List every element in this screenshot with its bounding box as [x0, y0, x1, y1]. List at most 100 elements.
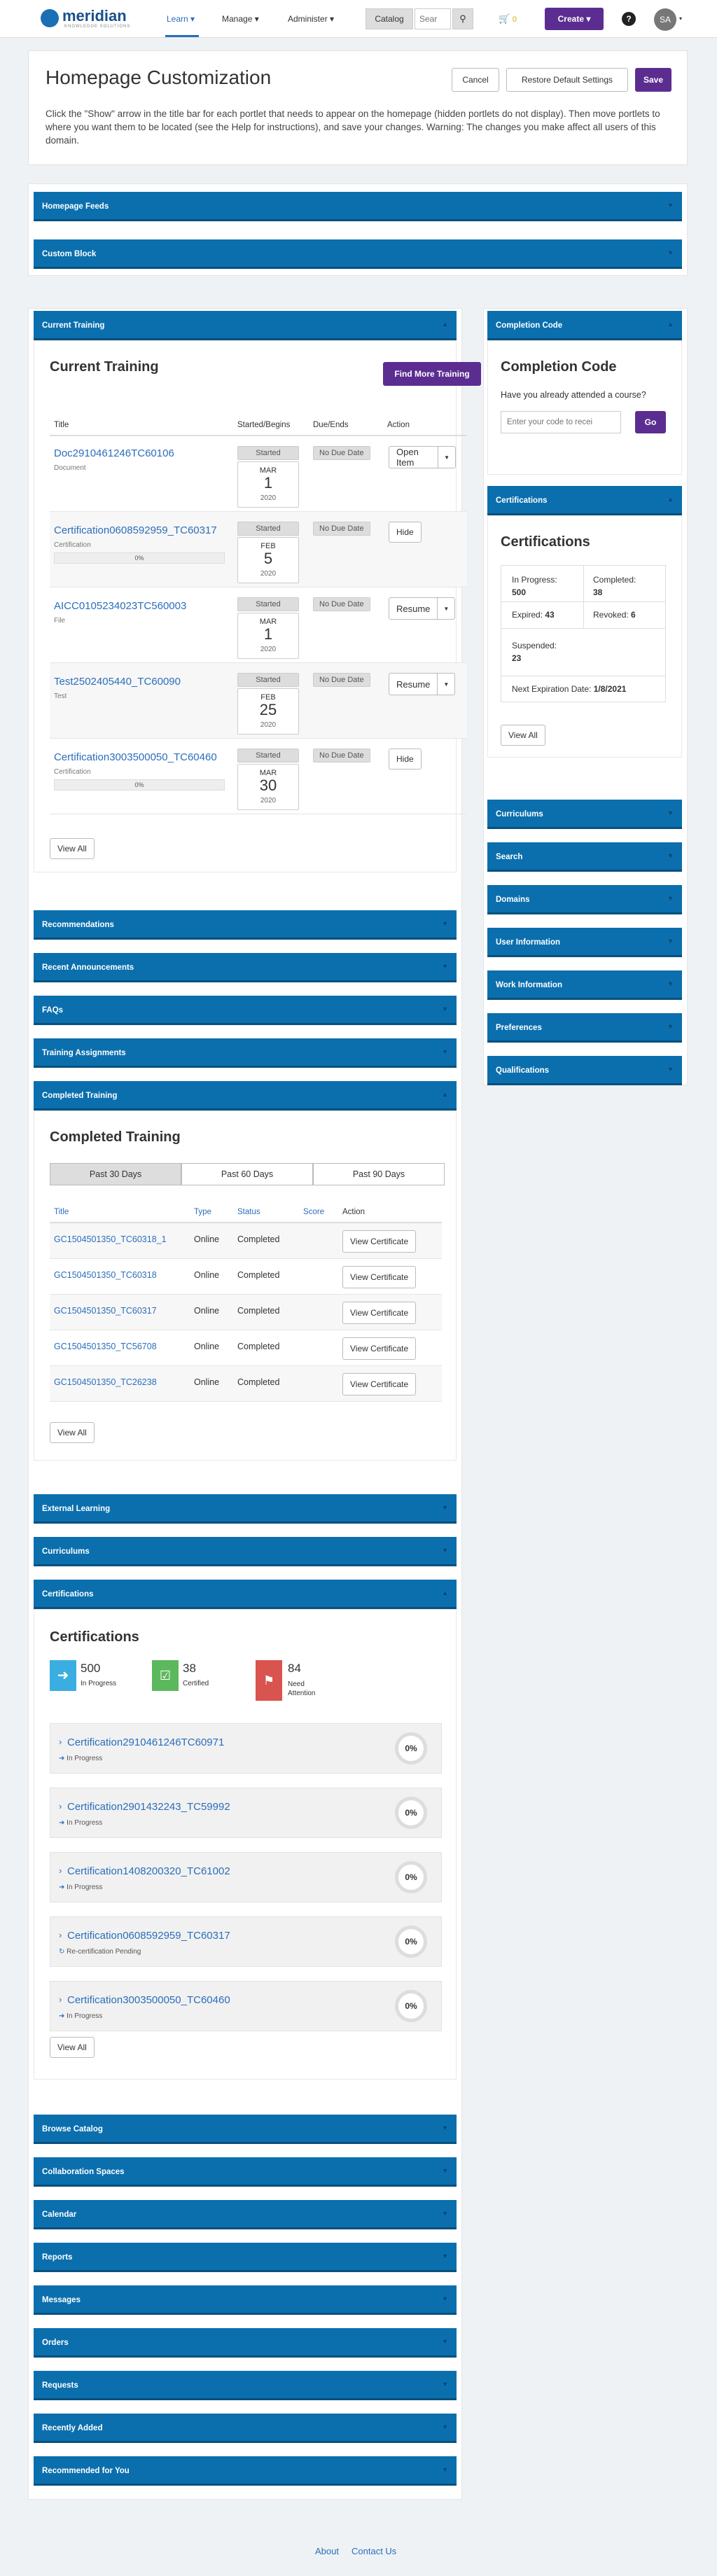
- chevron-up-icon[interactable]: ▲: [442, 1589, 448, 1596]
- portlet-bar-requests[interactable]: Requests ▼: [34, 2371, 457, 2400]
- certification-item[interactable]: › Certification2901432243_TC59992 ➜ In P…: [50, 1788, 442, 1838]
- avatar-chevron-icon[interactable]: ▾: [679, 15, 682, 22]
- avatar[interactable]: SA: [654, 8, 676, 31]
- chevron-down-icon[interactable]: ▼: [442, 2381, 448, 2388]
- certification-name-link[interactable]: Certification1408200320_TC61002: [67, 1865, 230, 1877]
- completed-title-link[interactable]: GC1504501350_TC26238: [54, 1377, 157, 1387]
- chevron-down-icon[interactable]: ▼: [442, 2338, 448, 2345]
- portlet-bar-certifications[interactable]: Certifications ▲: [34, 1580, 457, 1609]
- portlet-bar-messages[interactable]: Messages ▼: [34, 2285, 457, 2315]
- nav-administer[interactable]: Administer ▾: [288, 14, 334, 24]
- training-title-link[interactable]: Certification0608592959_TC60317: [54, 524, 217, 536]
- view-all-button[interactable]: View All: [501, 725, 545, 746]
- view-certificate-button[interactable]: View Certificate: [342, 1373, 417, 1395]
- chevron-down-icon[interactable]: ▼: [667, 249, 674, 256]
- certification-item[interactable]: › Certification3003500050_TC60460 ➜ In P…: [50, 1981, 442, 2031]
- expand-chevron-icon[interactable]: ›: [59, 1736, 62, 1747]
- chevron-down-icon[interactable]: ▼: [667, 980, 674, 987]
- go-button[interactable]: Go: [635, 411, 666, 433]
- expand-chevron-icon[interactable]: ›: [59, 1994, 62, 2005]
- portlet-bar-calendar[interactable]: Calendar ▼: [34, 2200, 457, 2229]
- portlet-bar-preferences[interactable]: Preferences ▼: [487, 1013, 682, 1043]
- hide-button[interactable]: Hide: [389, 749, 422, 770]
- portlet-bar-external-learning[interactable]: External Learning ▼: [34, 1494, 457, 1524]
- cancel-button[interactable]: Cancel: [452, 68, 499, 92]
- completed-title-link[interactable]: GC1504501350_TC60318_1: [54, 1234, 167, 1244]
- portlet-bar-orders[interactable]: Orders ▼: [34, 2328, 457, 2358]
- footer-about-link[interactable]: About: [315, 2546, 339, 2556]
- help-icon[interactable]: ?: [622, 12, 636, 26]
- chevron-down-icon[interactable]: ▼: [442, 2124, 448, 2131]
- tab-past-60-days[interactable]: Past 60 Days: [181, 1163, 313, 1185]
- chevron-down-icon[interactable]: ▼: [442, 2466, 448, 2473]
- portlet-bar-homepage-feeds[interactable]: Homepage Feeds ▼: [34, 192, 682, 221]
- chevron-down-icon[interactable]: ▼: [667, 852, 674, 859]
- portlet-bar-work-information[interactable]: Work Information ▼: [487, 970, 682, 1000]
- tab-past-90-days[interactable]: Past 90 Days: [313, 1163, 445, 1185]
- logo-icon[interactable]: [41, 9, 59, 27]
- view-all-button[interactable]: View All: [50, 2037, 95, 2058]
- chevron-down-icon[interactable]: ▼: [442, 1547, 448, 1554]
- completed-title-link[interactable]: GC1504501350_TC56708: [54, 1342, 157, 1351]
- nav-learn[interactable]: Learn ▾: [167, 14, 195, 24]
- tab-past-30-days[interactable]: Past 30 Days: [50, 1163, 181, 1185]
- chevron-down-icon[interactable]: ▼: [442, 2295, 448, 2302]
- view-certificate-button[interactable]: View Certificate: [342, 1302, 417, 1324]
- chevron-down-icon[interactable]: ▼: [667, 1023, 674, 1030]
- chevron-down-icon[interactable]: ▼: [667, 1066, 674, 1073]
- hide-button[interactable]: Hide: [389, 522, 422, 543]
- portlet-bar-custom-block[interactable]: Custom Block ▼: [34, 239, 682, 269]
- chevron-down-icon[interactable]: ▼: [442, 2167, 448, 2174]
- portlet-bar-user-information[interactable]: User Information ▼: [487, 928, 682, 957]
- catalog-button[interactable]: Catalog: [366, 8, 413, 29]
- certification-name-link[interactable]: Certification0608592959_TC60317: [67, 1930, 230, 1942]
- training-title-link[interactable]: Test2502405440_TC60090: [54, 676, 181, 688]
- view-certificate-button[interactable]: View Certificate: [342, 1230, 417, 1253]
- chevron-down-icon[interactable]: ▼: [442, 2210, 448, 2217]
- search-icon[interactable]: ⚲: [452, 8, 473, 29]
- portlet-bar-current-training[interactable]: Current Training ▲: [34, 311, 457, 340]
- nav-manage[interactable]: Manage ▾: [222, 14, 259, 24]
- portlet-bar-training-assignments[interactable]: Training Assignments ▼: [34, 1038, 457, 1068]
- chevron-down-icon[interactable]: ▼: [667, 895, 674, 902]
- portlet-bar-curriculums[interactable]: Curriculums ▼: [34, 1537, 457, 1566]
- portlet-bar-collaboration-spaces[interactable]: Collaboration Spaces ▼: [34, 2157, 457, 2187]
- portlet-bar-completed-training[interactable]: Completed Training ▲: [34, 1081, 457, 1111]
- chevron-down-icon[interactable]: ▼: [667, 809, 674, 816]
- chevron-down-icon[interactable]: ▼: [667, 202, 674, 209]
- portlet-bar-recommended-for-you[interactable]: Recommended for You ▼: [34, 2456, 457, 2486]
- certification-name-link[interactable]: Certification3003500050_TC60460: [67, 1994, 230, 2006]
- brand-logo[interactable]: meridian: [62, 7, 127, 25]
- expand-chevron-icon[interactable]: ›: [59, 1865, 62, 1876]
- save-button[interactable]: Save: [635, 68, 671, 92]
- portlet-bar-qualifications[interactable]: Qualifications ▼: [487, 1056, 682, 1085]
- find-more-training-button[interactable]: Find More Training: [383, 362, 481, 386]
- certification-name-link[interactable]: Certification2910461246TC60971: [67, 1736, 224, 1748]
- training-title-link[interactable]: Doc2910461246TC60106: [54, 447, 174, 459]
- chevron-down-icon[interactable]: ▼: [442, 2423, 448, 2430]
- portlet-bar-recommendations[interactable]: Recommendations ▼: [34, 910, 457, 940]
- certification-item[interactable]: › Certification2910461246TC60971 ➜ In Pr…: [50, 1723, 442, 1774]
- restore-defaults-button[interactable]: Restore Default Settings: [506, 68, 628, 92]
- view-certificate-button[interactable]: View Certificate: [342, 1337, 417, 1360]
- search-input[interactable]: [415, 8, 451, 29]
- portlet-bar-reports[interactable]: Reports ▼: [34, 2243, 457, 2272]
- expand-chevron-icon[interactable]: ›: [59, 1801, 62, 1811]
- portlet-bar-curriculums[interactable]: Curriculums ▼: [487, 800, 682, 829]
- completed-title-link[interactable]: GC1504501350_TC60318: [54, 1270, 157, 1280]
- view-all-button[interactable]: View All: [50, 838, 95, 859]
- portlet-bar-completion-code[interactable]: Completion Code ▲: [487, 311, 682, 340]
- portlet-bar-recent-announcements[interactable]: Recent Announcements ▼: [34, 953, 457, 982]
- portlet-bar-browse-catalog[interactable]: Browse Catalog ▼: [34, 2115, 457, 2144]
- view-all-button[interactable]: View All: [50, 1422, 95, 1443]
- portlet-bar-recently-added[interactable]: Recently Added ▼: [34, 2414, 457, 2443]
- chevron-up-icon[interactable]: ▲: [442, 1091, 448, 1098]
- completed-title-link[interactable]: GC1504501350_TC60317: [54, 1306, 157, 1316]
- chevron-up-icon[interactable]: ▲: [442, 321, 448, 328]
- expand-chevron-icon[interactable]: ›: [59, 1930, 62, 1940]
- portlet-bar-faqs[interactable]: FAQs ▼: [34, 996, 457, 1025]
- chevron-down-icon[interactable]: ▼: [442, 1504, 448, 1511]
- completion-code-input[interactable]: [501, 411, 621, 433]
- footer-contact-link[interactable]: Contact Us: [351, 2546, 396, 2556]
- create-button[interactable]: Create ▾: [545, 8, 604, 30]
